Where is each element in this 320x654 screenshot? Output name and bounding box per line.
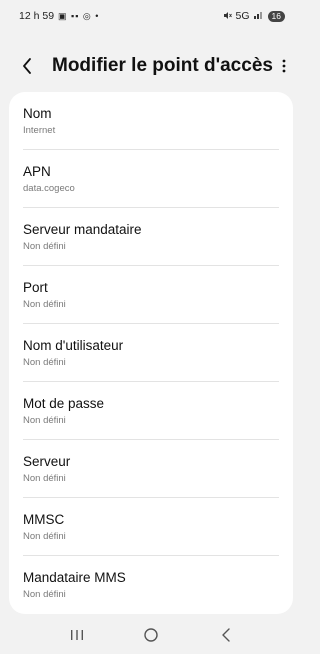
setting-value: Non défini xyxy=(23,415,66,426)
chevron-left-icon[interactable] xyxy=(22,57,36,75)
setting-label: APN xyxy=(23,164,51,179)
app-header: Modifier le point d'accès xyxy=(0,44,303,88)
setting-value: Non défini xyxy=(23,241,66,252)
setting-item-password[interactable]: Mot de passe Non défini xyxy=(9,382,293,440)
setting-item-server[interactable]: Serveur Non défini xyxy=(9,440,293,498)
network-type: 5G xyxy=(235,10,250,22)
status-bar: 12 h 59 ▣ ▪▪ ◎ • 5G 16 xyxy=(0,0,303,32)
status-right: 5G 16 xyxy=(223,10,285,22)
setting-item-apn[interactable]: APN data.cogeco xyxy=(9,150,293,208)
notification-icons: ▣ ▪▪ ◎ • xyxy=(58,10,100,21)
setting-value: Non défini xyxy=(23,299,66,310)
settings-card: Nom Internet APN data.cogeco Serveur man… xyxy=(9,92,293,614)
mute-icon xyxy=(223,11,232,22)
setting-value: Non défini xyxy=(23,357,66,368)
setting-item-mmsc[interactable]: MMSC Non défini xyxy=(9,498,293,556)
setting-value: Internet xyxy=(23,125,56,136)
setting-item-username[interactable]: Nom d'utilisateur Non défini xyxy=(9,324,293,382)
setting-label: Mot de passe xyxy=(23,396,105,411)
status-left: 12 h 59 ▣ ▪▪ ◎ • xyxy=(19,10,99,22)
setting-item-port[interactable]: Port Non défini xyxy=(9,266,293,324)
battery-indicator: 16 xyxy=(267,10,285,22)
setting-label: Port xyxy=(23,280,48,295)
page-title: Modifier le point d'accès xyxy=(52,55,273,76)
setting-label: Serveur xyxy=(23,454,71,469)
setting-value: Non défini xyxy=(23,589,66,600)
status-time: 12 h 59 xyxy=(19,10,55,22)
recents-icon[interactable] xyxy=(65,623,89,647)
setting-value: data.cogeco xyxy=(23,183,75,194)
setting-item-proxy[interactable]: Serveur mandataire Non défini xyxy=(9,208,293,266)
signal-icon xyxy=(253,10,264,22)
setting-label: Nom d'utilisateur xyxy=(23,338,124,353)
setting-label: Serveur mandataire xyxy=(23,222,142,237)
setting-item-mms-proxy[interactable]: Mandataire MMS Non défini xyxy=(9,556,293,614)
setting-label: Mandataire MMS xyxy=(23,570,126,585)
setting-value: Non défini xyxy=(23,473,66,484)
setting-item-nom[interactable]: Nom Internet xyxy=(9,92,293,150)
setting-value: Non défini xyxy=(23,531,66,542)
setting-label: MMSC xyxy=(23,512,65,527)
setting-label: Nom xyxy=(23,106,52,121)
more-vertical-icon[interactable] xyxy=(279,57,289,75)
home-icon[interactable] xyxy=(139,623,163,647)
navigation-bar xyxy=(0,616,303,654)
back-icon[interactable] xyxy=(214,623,238,647)
